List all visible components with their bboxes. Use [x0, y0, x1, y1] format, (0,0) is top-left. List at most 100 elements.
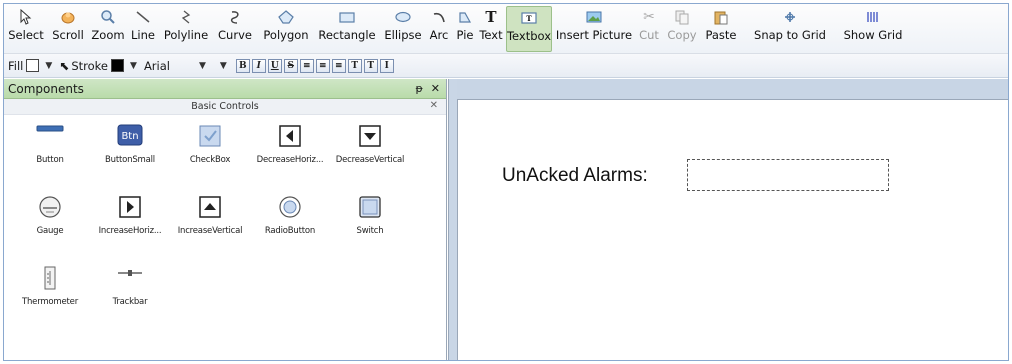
design-canvas[interactable]: UnAcked Alarms: [457, 99, 1008, 360]
component-button-small[interactable]: Btn ButtonSmall [90, 123, 170, 165]
align-left-icon[interactable]: ≡ [299, 58, 314, 73]
tool-label: Textbox [506, 29, 552, 43]
snap-to-grid-button[interactable]: Snap to Grid [744, 6, 836, 52]
underline-icon[interactable]: U [267, 58, 282, 73]
italic-icon[interactable]: I [251, 58, 266, 73]
tool-label: Select [8, 28, 44, 42]
copy-button[interactable]: Copy [664, 6, 700, 52]
polyline-tool-button[interactable]: Polyline [161, 6, 211, 52]
component-increase-vertical[interactable]: IncreaseVertical [170, 194, 250, 236]
button-icon [34, 123, 66, 149]
component-decrease-vertical[interactable]: DecreaseVertical [330, 123, 410, 165]
switch-icon [357, 194, 383, 220]
component-thermometer[interactable]: Thermometer [10, 265, 90, 307]
align-center-icon[interactable]: ≡ [315, 58, 330, 73]
component-gauge[interactable]: Gauge [10, 194, 90, 236]
decrease-vertical-icon [357, 123, 383, 149]
panel-splitter[interactable] [448, 79, 457, 360]
stroke-color-swatch[interactable] [111, 59, 125, 72]
ellipse-tool-button[interactable]: Ellipse [381, 6, 425, 52]
font-size-dropdown-arrow[interactable]: ▼ [220, 61, 227, 71]
components-panel-title: Components [8, 81, 84, 96]
bold-icon[interactable]: B [235, 58, 250, 73]
tool-label: Cut [639, 28, 659, 42]
component-label: ButtonSmall [105, 155, 155, 165]
pointer-icon [19, 6, 33, 28]
component-switch[interactable]: Switch [330, 194, 410, 236]
tool-label: Line [131, 28, 155, 42]
design-surface-area: UnAcked Alarms: [457, 79, 1008, 360]
increase-vertical-icon [197, 194, 223, 220]
components-panel-header: Components ᵽ ✕ [4, 79, 446, 99]
textbox-tool-button[interactable]: T Textbox [506, 6, 552, 52]
component-checkbox[interactable]: CheckBox [170, 123, 250, 165]
component-label: Button [36, 155, 64, 165]
unacked-alarms-textbox[interactable] [687, 159, 889, 191]
valign-middle-icon[interactable]: T [363, 58, 378, 73]
font-size-selector[interactable]: ▼ [217, 61, 230, 71]
component-button[interactable]: Button [10, 123, 90, 165]
component-increase-horizontal[interactable]: IncreaseHoriz... [90, 194, 170, 236]
insert-picture-button[interactable]: Insert Picture [554, 6, 634, 52]
zoom-tool-button[interactable]: Zoom [90, 6, 126, 52]
thermometer-icon [37, 265, 63, 291]
stroke-icon: ⬉ [59, 58, 70, 73]
format-buttons: B I U S ≡ ≡ ≡ T T I [235, 58, 396, 73]
font-dropdown-arrow[interactable]: ▼ [199, 61, 206, 71]
tool-label: Arc [429, 28, 449, 42]
align-right-icon[interactable]: ≡ [331, 58, 346, 73]
rectangle-tool-button[interactable]: Rectangle [315, 6, 379, 52]
hand-icon [60, 6, 76, 28]
close-icon[interactable]: ✕ [431, 82, 440, 95]
component-radio-button[interactable]: RadioButton [250, 194, 330, 236]
components-panel: Components ᵽ ✕ Basic Controls ✕ Button B… [4, 79, 447, 360]
tool-label: Polyline [163, 28, 209, 42]
arc-tool-button[interactable]: Arc [426, 6, 452, 52]
strikethrough-icon[interactable]: S [283, 58, 298, 73]
tool-label: Copy [667, 28, 697, 42]
button-small-icon: Btn [115, 123, 145, 149]
tool-label: Zoom [91, 28, 125, 42]
component-label: RadioButton [264, 226, 316, 236]
valign-top-icon[interactable]: T [347, 58, 362, 73]
snap-grid-icon [782, 6, 798, 28]
component-decrease-horizontal[interactable]: DecreaseHoriz... [250, 123, 330, 165]
polyline-icon [178, 6, 194, 28]
stroke-control[interactable]: ⬉ Stroke ▼ [59, 59, 140, 73]
main-toolbar: Select Scroll Zoom Line Polyline Curve P… [4, 4, 1008, 54]
tool-label: Paste [705, 28, 737, 42]
basic-controls-group-header[interactable]: Basic Controls ✕ [4, 99, 446, 115]
textbox-icon: T [520, 7, 538, 29]
checkbox-icon [197, 123, 223, 149]
unacked-alarms-label[interactable]: UnAcked Alarms: [502, 165, 648, 187]
component-trackbar[interactable]: Trackbar [90, 265, 170, 307]
component-label: IncreaseVertical [177, 226, 243, 236]
line-icon [135, 6, 151, 28]
fill-dropdown-arrow[interactable]: ▼ [45, 61, 52, 71]
paste-button[interactable]: Paste [701, 6, 741, 52]
format-toolbar: Fill ▼ ⬉ Stroke ▼ Arial ▼ ▼ B I U S ≡ ≡ … [4, 54, 1008, 78]
pie-tool-button[interactable]: Pie [453, 6, 477, 52]
show-grid-button[interactable]: Show Grid [840, 6, 906, 52]
stroke-dropdown-arrow[interactable]: ▼ [130, 61, 137, 71]
component-label: DecreaseVertical [335, 155, 405, 165]
line-tool-button[interactable]: Line [128, 6, 158, 52]
magnifier-icon [100, 6, 116, 28]
text-tool-button[interactable]: T Text [477, 6, 505, 52]
picture-icon [585, 6, 603, 28]
cut-button[interactable]: ✂ Cut [636, 6, 662, 52]
valign-bottom-icon[interactable]: I [379, 58, 394, 73]
font-selector[interactable]: Arial ▼ [144, 59, 209, 73]
polygon-tool-button[interactable]: Polygon [259, 6, 313, 52]
tool-label: Show Grid [843, 28, 903, 42]
curve-tool-button[interactable]: Curve [214, 6, 256, 52]
fill-color-swatch[interactable] [26, 59, 40, 72]
pin-icon[interactable]: ᵽ [415, 82, 422, 95]
tool-label: Rectangle [318, 28, 376, 42]
fill-control[interactable]: Fill ▼ [8, 59, 55, 73]
tool-label: Polygon [263, 28, 309, 42]
select-tool-button[interactable]: Select [6, 6, 46, 52]
group-close-icon[interactable]: ✕ [430, 100, 438, 111]
scroll-tool-button[interactable]: Scroll [49, 6, 87, 52]
component-label: CheckBox [189, 155, 231, 165]
